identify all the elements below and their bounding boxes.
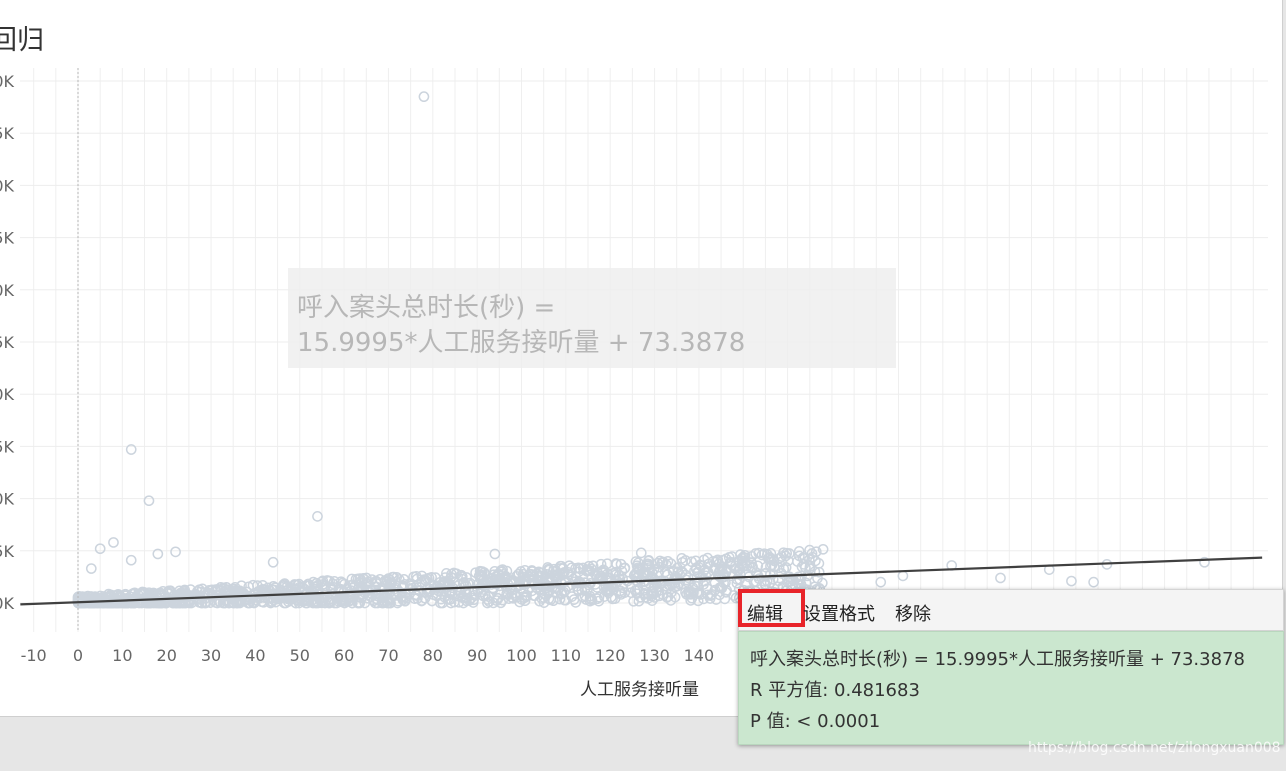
x-tick-label: 80: [423, 646, 443, 665]
y-tick-label: 5K: [0, 124, 15, 143]
x-tick-label: 140: [684, 646, 715, 665]
outlier-point: [312, 510, 323, 522]
outlier-point: [418, 91, 430, 103]
y-tick-label: 0K: [0, 385, 15, 404]
tooltip-body: 呼入案头总时长(秒) = 15.9995*人工服务接听量 + 73.3878 R…: [738, 631, 1284, 745]
format-trend-button[interactable]: 设置格式: [803, 600, 875, 626]
x-tick-label: 50: [290, 646, 310, 665]
x-tick-label: 90: [467, 646, 487, 665]
x-tick-label: 70: [378, 646, 398, 665]
outlier-point: [875, 576, 887, 588]
data-point: [728, 590, 740, 601]
trend-equation-annotation[interactable]: 呼入案头总时长(秒) = 15.9995*人工服务接听量 + 73.3878: [288, 268, 896, 368]
watermark: https://blog.csdn.net/zilongxuan008: [1028, 740, 1281, 756]
annotation-line-1: 呼入案头总时长(秒) =: [297, 293, 556, 323]
y-tick-label: 5K: [0, 437, 15, 456]
x-tick-label: 110: [551, 646, 582, 665]
y-tick-label: 0K: [0, 490, 15, 509]
outlier-point: [267, 556, 279, 568]
y-tick-label: 5K: [0, 542, 15, 561]
outlier-point: [1066, 575, 1077, 587]
x-tick-label: 120: [595, 646, 626, 665]
x-tick-label: 60: [334, 646, 354, 665]
outlier-point: [635, 547, 647, 559]
remove-trend-button[interactable]: 移除: [895, 600, 931, 626]
y-tick-label: 0K: [0, 594, 15, 613]
y-tick-label: 0K: [0, 72, 15, 91]
x-tick-labels: -1001020304050607080901001101201301401: [21, 646, 749, 665]
edit-trend-button[interactable]: 编辑: [738, 589, 805, 627]
y-tick-label: 5K: [0, 229, 15, 248]
tooltip-menu: 编辑 设置格式 移除: [738, 589, 1284, 631]
x-axis-title[interactable]: 人工服务接听量: [580, 675, 699, 700]
outlier-point: [108, 537, 119, 548]
tooltip-equation: 呼入案头总时长(秒) = 15.9995*人工服务接听量 + 73.3878: [750, 649, 1245, 670]
x-tick-label: 20: [157, 646, 177, 665]
trend-line-tooltip: 编辑 设置格式 移除 呼入案头总时长(秒) = 15.9995*人工服务接听量 …: [738, 589, 1284, 745]
outlier-point: [897, 570, 909, 582]
outlier-point: [170, 546, 181, 558]
x-tick-label: 0: [73, 646, 83, 665]
x-tick-label: -10: [21, 646, 47, 665]
tooltip-p-value: P 值: < 0.0001: [750, 711, 881, 732]
tooltip-r-squared: R 平方值: 0.481683: [750, 680, 920, 701]
x-tick-label: 130: [639, 646, 670, 665]
outlier-point: [1088, 576, 1099, 588]
highlight-box: [738, 589, 805, 627]
y-tick-label: 5K: [0, 333, 15, 352]
x-tick-label: 30: [201, 646, 221, 665]
outlier-point: [995, 572, 1006, 584]
outlier-point: [143, 495, 155, 507]
annotation-line-2: 15.9995*人工服务接听量 + 73.3878: [297, 328, 746, 358]
x-tick-label: 100: [506, 646, 537, 665]
x-tick-label: 40: [245, 646, 265, 665]
outlier-point: [85, 563, 97, 574]
x-tick-label: 10: [112, 646, 132, 665]
y-tick-label: 0K: [0, 281, 15, 300]
y-tick-labels: 0K 5K 0K 5K 0K 5K 0K 5K 0K 5K 0K: [0, 72, 15, 613]
outlier-point: [125, 554, 137, 566]
y-tick-label: 0K: [0, 176, 15, 195]
